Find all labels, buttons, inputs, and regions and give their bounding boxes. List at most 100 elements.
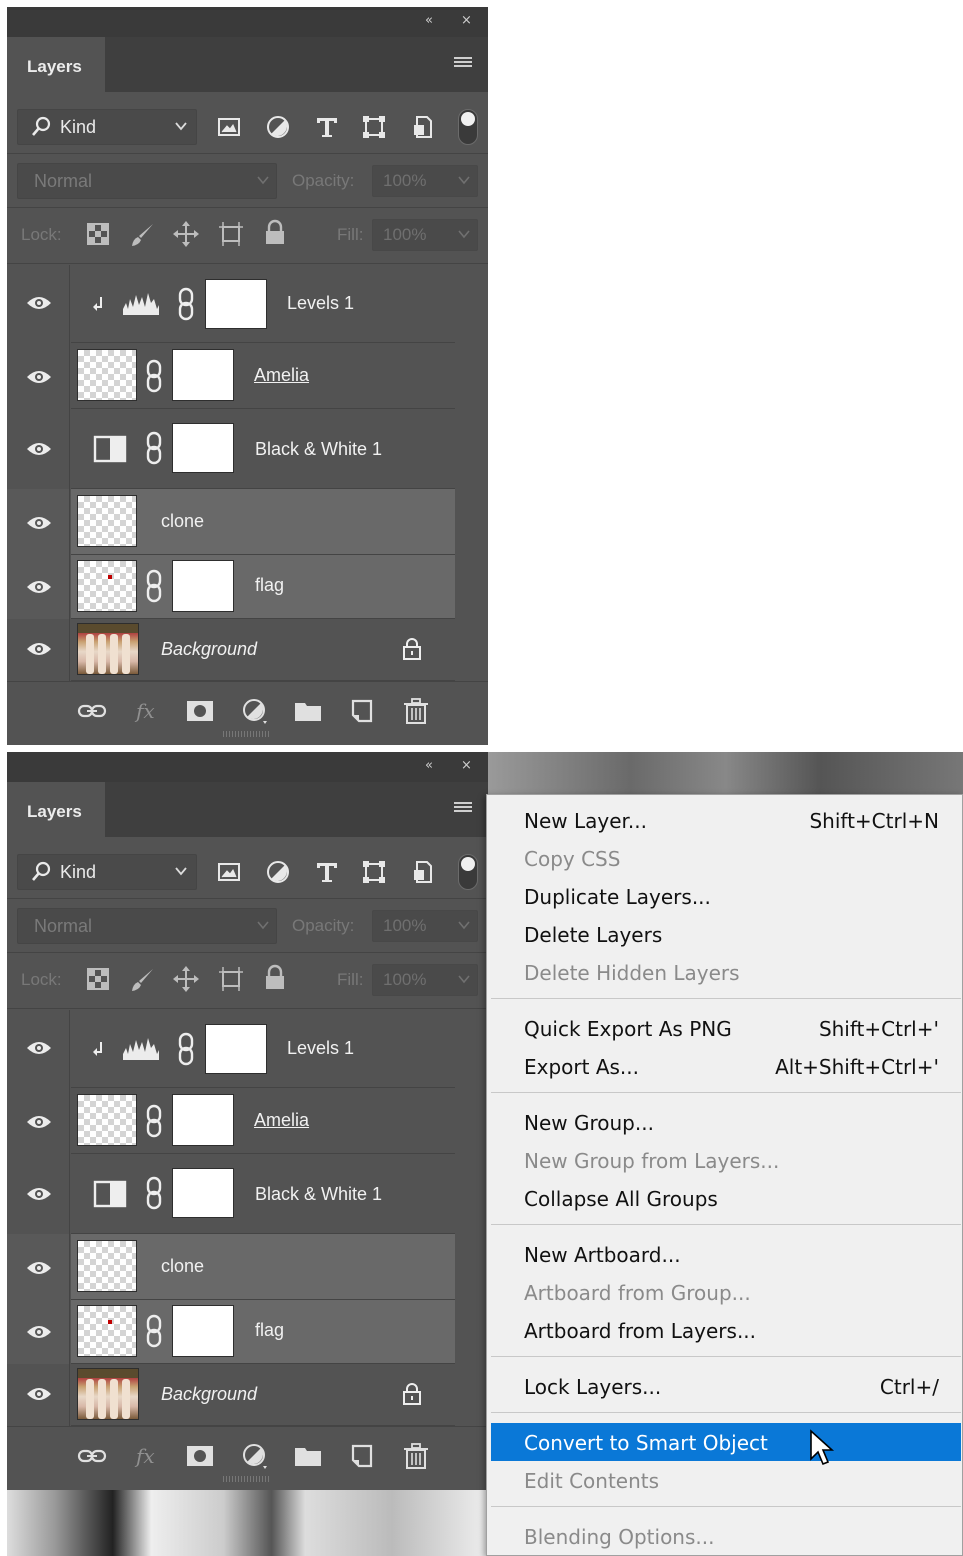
visibility-toggle[interactable]: [7, 409, 70, 489]
shape-filter-icon[interactable]: [360, 113, 388, 141]
resize-grip[interactable]: [223, 1476, 271, 1482]
layer-thumbnail[interactable]: [77, 1094, 137, 1146]
lock-icon[interactable]: [401, 637, 423, 661]
layer-name[interactable]: Levels 1: [287, 293, 354, 314]
smart-object-filter-icon[interactable]: [409, 113, 437, 141]
chain-link-icon[interactable]: [145, 431, 163, 465]
layer-row-black-white[interactable]: Black & White 1: [7, 1154, 455, 1234]
layer-name[interactable]: Amelia: [254, 1110, 309, 1131]
layer-thumbnail[interactable]: [77, 349, 137, 401]
lock-position-icon[interactable]: [172, 220, 200, 248]
kind-filter-select[interactable]: Kind: [17, 109, 197, 145]
menu-item-artboard-from-layers[interactable]: Artboard from Layers...: [491, 1311, 961, 1349]
fx-icon[interactable]: fx: [133, 698, 163, 724]
layer-mask-thumbnail[interactable]: [172, 349, 234, 401]
image-filter-icon[interactable]: [215, 858, 243, 886]
layer-mask-thumbnail[interactable]: [172, 560, 234, 612]
link-layers-icon[interactable]: [77, 1443, 107, 1469]
chain-link-icon[interactable]: [177, 1032, 195, 1066]
layer-name[interactable]: Black & White 1: [255, 1184, 382, 1205]
lock-all-icon[interactable]: [262, 219, 288, 247]
new-adjustment-icon[interactable]: [239, 698, 269, 724]
lock-transparent-icon[interactable]: [85, 221, 111, 247]
menu-item-quick-export-as-png[interactable]: Quick Export As PNG Shift+Ctrl+': [491, 1009, 961, 1047]
layer-name[interactable]: Black & White 1: [255, 439, 382, 460]
lock-all-icon[interactable]: [262, 964, 288, 992]
menu-item-new-layer[interactable]: New Layer... Shift+Ctrl+N: [491, 801, 961, 839]
visibility-toggle[interactable]: [7, 1154, 70, 1234]
layer-mask-thumbnail[interactable]: [172, 1305, 234, 1357]
new-adjustment-icon[interactable]: [239, 1443, 269, 1469]
layer-name[interactable]: flag: [255, 575, 284, 596]
menu-item-copy-css[interactable]: Copy CSS: [491, 839, 961, 877]
menu-item-collapse-all-groups[interactable]: Collapse All Groups: [491, 1179, 961, 1217]
layer-thumbnail[interactable]: [77, 1305, 137, 1357]
lock-position-icon[interactable]: [172, 965, 200, 993]
resize-grip[interactable]: [223, 731, 271, 737]
layer-thumbnail[interactable]: [77, 623, 139, 675]
layer-name[interactable]: Amelia: [254, 365, 309, 386]
menu-item-new-group-from-layers[interactable]: New Group from Layers...: [491, 1141, 961, 1179]
blend-mode-select[interactable]: Normal: [17, 163, 277, 199]
visibility-toggle[interactable]: [7, 1010, 70, 1088]
layer-mask-thumbnail[interactable]: [172, 1094, 234, 1146]
layer-row-flag[interactable]: flag: [7, 1300, 455, 1364]
collapse-icon[interactable]: «: [425, 758, 433, 773]
visibility-toggle[interactable]: [7, 1364, 70, 1426]
visibility-toggle[interactable]: [7, 489, 70, 555]
delete-layer-icon[interactable]: [401, 1443, 431, 1469]
layer-mask-thumbnail[interactable]: [205, 279, 267, 329]
menu-item-blending-options[interactable]: Blending Options...: [491, 1517, 961, 1555]
close-icon[interactable]: ×: [461, 758, 472, 773]
panel-menu-icon[interactable]: [454, 802, 472, 816]
layer-row-clone[interactable]: clone: [7, 489, 455, 555]
layer-thumbnail[interactable]: [77, 1368, 139, 1420]
lock-image-icon[interactable]: [129, 221, 157, 249]
layer-mask-thumbnail[interactable]: [172, 423, 234, 473]
visibility-toggle[interactable]: [7, 1088, 70, 1154]
chain-link-icon[interactable]: [177, 287, 195, 321]
layer-row-levels[interactable]: Levels 1: [7, 1010, 455, 1088]
layer-row-levels[interactable]: Levels 1: [7, 265, 455, 343]
menu-item-duplicate-layers[interactable]: Duplicate Layers...: [491, 877, 961, 915]
menu-item-edit-contents[interactable]: Edit Contents: [491, 1461, 961, 1499]
visibility-toggle[interactable]: [7, 619, 70, 681]
image-filter-icon[interactable]: [215, 113, 243, 141]
menu-item-convert-to-smart-object[interactable]: Convert to Smart Object: [491, 1423, 961, 1466]
layer-row-background[interactable]: Background: [7, 619, 455, 681]
layer-row-clone[interactable]: clone: [7, 1234, 455, 1300]
collapse-icon[interactable]: «: [425, 13, 433, 28]
layer-name[interactable]: Background: [161, 1384, 257, 1405]
layer-row-amelia[interactable]: Amelia: [7, 343, 455, 409]
filter-toggle-switch[interactable]: [458, 854, 478, 890]
chain-link-icon[interactable]: [145, 1176, 163, 1210]
visibility-toggle[interactable]: [7, 1300, 70, 1364]
chain-link-icon[interactable]: [145, 569, 163, 603]
menu-item-delete-layers[interactable]: Delete Layers: [491, 915, 961, 953]
layer-name[interactable]: clone: [161, 1256, 204, 1277]
layer-thumbnail[interactable]: [77, 560, 137, 612]
close-icon[interactable]: ×: [461, 13, 472, 28]
fx-icon[interactable]: fx: [133, 1443, 163, 1469]
layer-mask-thumbnail[interactable]: [205, 1024, 267, 1074]
layer-name[interactable]: clone: [161, 511, 204, 532]
panel-menu-icon[interactable]: [454, 57, 472, 71]
new-group-icon[interactable]: [293, 1443, 323, 1469]
delete-layer-icon[interactable]: [401, 698, 431, 724]
menu-item-new-group[interactable]: New Group...: [491, 1103, 961, 1141]
new-layer-icon[interactable]: [347, 1443, 377, 1469]
menu-item-lock-layers[interactable]: Lock Layers... Ctrl+/: [491, 1367, 961, 1405]
blend-mode-select[interactable]: Normal: [17, 908, 277, 944]
opacity-input[interactable]: 100%: [372, 165, 478, 197]
type-filter-icon[interactable]: [313, 113, 341, 141]
chain-link-icon[interactable]: [145, 1104, 163, 1138]
visibility-toggle[interactable]: [7, 265, 70, 343]
smart-object-filter-icon[interactable]: [409, 858, 437, 886]
link-layers-icon[interactable]: [77, 698, 107, 724]
chain-link-icon[interactable]: [145, 1314, 163, 1348]
layer-name[interactable]: Background: [161, 639, 257, 660]
lock-icon[interactable]: [401, 1382, 423, 1406]
add-mask-icon[interactable]: [185, 698, 215, 724]
chain-link-icon[interactable]: [145, 359, 163, 393]
type-filter-icon[interactable]: [313, 858, 341, 886]
